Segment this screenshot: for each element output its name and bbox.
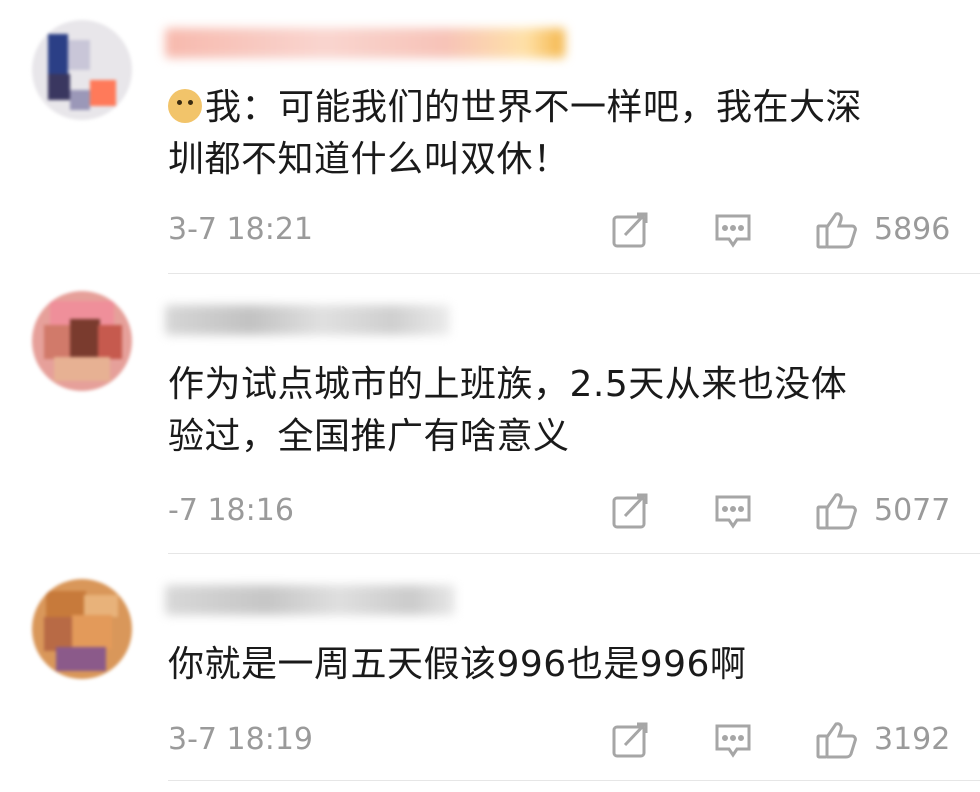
username-blurred[interactable] (165, 585, 455, 615)
like-count: 5896 (874, 212, 951, 247)
avatar[interactable] (32, 291, 132, 391)
avatar[interactable] (32, 579, 132, 679)
like-count: 3192 (874, 722, 951, 757)
comment-item: 作为试点城市的上班族，2.5天从来也没体 验过，全国推广有啥意义 -7 18:1… (0, 275, 980, 554)
comment-item: 我：可能我们的世界不一样吧，我在大深 圳都不知道什么叫双休！ 3-7 18:21… (0, 0, 980, 275)
comment-icon[interactable] (713, 720, 753, 760)
share-icon[interactable] (610, 491, 650, 531)
comment-text-line: 可能我们的世界不一样吧，我在大深 (278, 87, 863, 128)
comment-icon[interactable] (713, 491, 753, 531)
divider (168, 273, 980, 274)
timestamp: 3-7 18:19 (168, 722, 313, 757)
thumbs-up-icon[interactable] (815, 491, 859, 531)
comment-icon[interactable] (713, 210, 753, 250)
username-blurred[interactable] (165, 305, 450, 335)
thumbs-up-icon[interactable] (815, 720, 859, 760)
username-blurred[interactable] (165, 28, 565, 58)
thumbs-up-icon[interactable] (815, 210, 859, 250)
comment-meta: 3-7 18:21 5896 (0, 208, 980, 252)
comment-item: 你就是一周五天假该996也是996啊 3-7 18:19 3192 (0, 553, 980, 792)
comment-prefix: 我： (205, 87, 279, 128)
comment-text: 我：可能我们的世界不一样吧，我在大深 圳都不知道什么叫双休！ (168, 82, 958, 186)
like-count: 5077 (874, 493, 951, 528)
timestamp: -7 18:16 (168, 493, 294, 528)
comment-meta: 3-7 18:19 3192 (0, 718, 980, 762)
timestamp: 3-7 18:21 (168, 212, 313, 247)
share-icon[interactable] (610, 210, 650, 250)
comment-text-line: 验过，全国推广有啥意义 (168, 416, 570, 457)
divider (168, 780, 980, 781)
comment-text-line: 作为试点城市的上班族，2.5天从来也没体 (168, 364, 848, 405)
share-icon[interactable] (610, 720, 650, 760)
comment-text: 作为试点城市的上班族，2.5天从来也没体 验过，全国推广有啥意义 (168, 359, 958, 463)
comment-text: 你就是一周五天假该996也是996啊 (168, 639, 958, 691)
comment-text-line: 圳都不知道什么叫双休！ (168, 139, 570, 180)
comment-meta: -7 18:16 5077 (0, 489, 980, 533)
avatar[interactable] (32, 20, 132, 120)
comment-text-line: 你就是一周五天假该996也是996啊 (168, 644, 747, 685)
doge-emoji-icon (168, 89, 202, 123)
